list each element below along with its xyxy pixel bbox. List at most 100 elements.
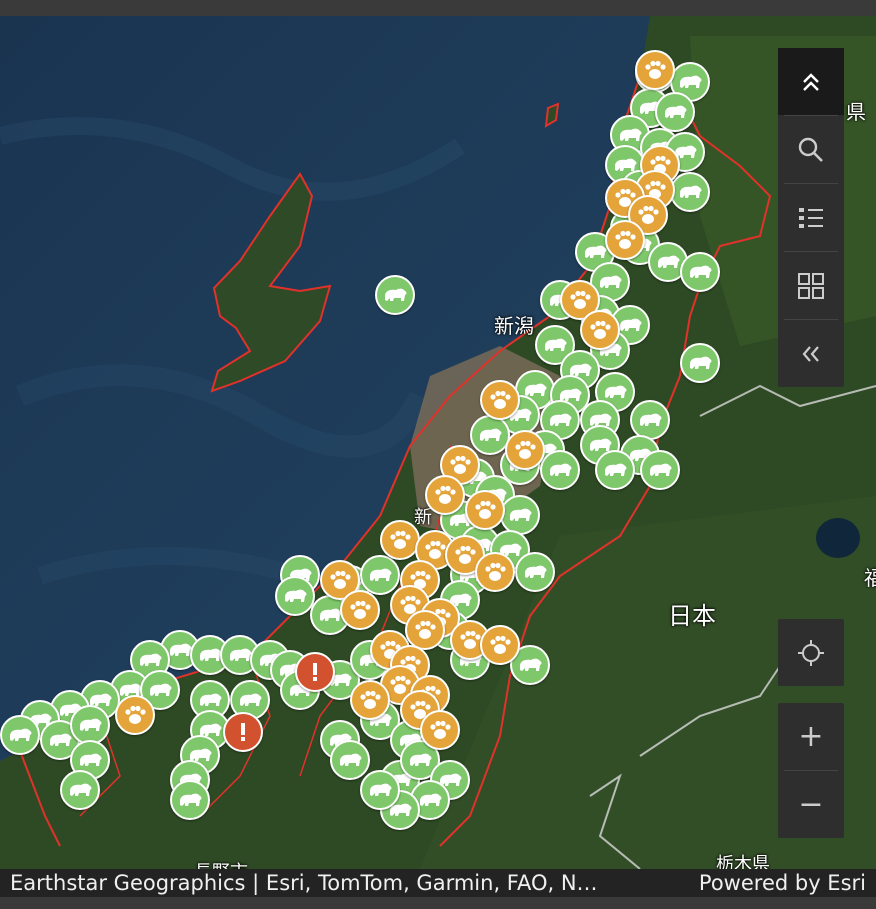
paw-marker[interactable] [115, 695, 155, 735]
bear-icon [680, 185, 702, 198]
bear-icon [550, 463, 572, 476]
paw-marker[interactable] [635, 50, 675, 90]
bear-icon [690, 356, 712, 369]
bear-icon [650, 463, 672, 476]
bear-icon [600, 275, 622, 288]
bear-icon [545, 338, 567, 351]
paw-icon [645, 60, 666, 79]
paw-icon [570, 290, 591, 309]
place-label-ken: 県 [846, 100, 866, 124]
bear-icon [80, 753, 102, 766]
alert-icon [313, 663, 317, 681]
collapse-left-button[interactable] [778, 320, 844, 387]
zoom-in-button[interactable]: + [778, 703, 844, 770]
place-label-nagano: 長野市 [194, 858, 248, 869]
alert-marker[interactable] [223, 712, 263, 752]
bear-marker[interactable] [360, 770, 400, 810]
alert-marker[interactable] [295, 652, 335, 692]
powered-by-esri[interactable]: Powered by Esri [699, 871, 866, 895]
bear-icon [385, 288, 407, 301]
paw-marker[interactable] [380, 520, 420, 560]
paw-icon [360, 690, 381, 709]
paw-icon [415, 620, 436, 639]
bear-marker[interactable] [540, 450, 580, 490]
top-status-bar [0, 0, 876, 16]
paw-marker[interactable] [505, 430, 545, 470]
bear-icon [605, 463, 627, 476]
bear-icon [680, 75, 702, 88]
bear-marker[interactable] [500, 495, 540, 535]
bear-icon [480, 428, 502, 441]
paw-marker[interactable] [580, 310, 620, 350]
bear-marker[interactable] [680, 252, 720, 292]
bear-icon [420, 793, 442, 806]
paw-marker[interactable] [405, 610, 445, 650]
bear-marker[interactable] [470, 415, 510, 455]
bear-marker[interactable] [630, 400, 670, 440]
map-view[interactable]: 新潟 新 日本 県 栃木県 長野市 福 + [0, 16, 876, 869]
basemap-gallery-icon [798, 272, 824, 299]
bear-icon [690, 265, 712, 278]
paw-marker[interactable] [350, 680, 390, 720]
paw-marker[interactable] [425, 475, 465, 515]
bear-marker[interactable] [60, 770, 100, 810]
bear-icon [140, 653, 162, 666]
locate-button[interactable] [778, 619, 844, 686]
paw-marker[interactable] [475, 552, 515, 592]
bear-marker[interactable] [515, 552, 555, 592]
bear-marker[interactable] [375, 275, 415, 315]
bear-icon [510, 508, 532, 521]
zoom-out-button[interactable]: − [778, 771, 844, 838]
search-button[interactable] [778, 116, 844, 183]
bear-marker[interactable] [680, 343, 720, 383]
bear-icon [520, 658, 542, 671]
paw-icon [490, 390, 511, 409]
bear-marker[interactable] [170, 780, 210, 820]
bottom-status-bar [0, 897, 876, 909]
place-label-right-edge: 福 [864, 566, 876, 590]
locate-icon [798, 639, 824, 666]
map-toolbar [778, 48, 844, 387]
bear-icon [230, 648, 252, 661]
map-attribution: Earthstar Geographics | Esri, TomTom, Ga… [0, 869, 876, 897]
zoom-in-icon: + [798, 719, 824, 754]
zoom-out-icon: − [798, 787, 824, 822]
basemap-gallery-button[interactable] [778, 252, 844, 319]
paw-marker[interactable] [420, 710, 460, 750]
bear-marker[interactable] [360, 555, 400, 595]
search-icon [798, 137, 823, 162]
legend-button[interactable] [778, 184, 844, 251]
bear-marker[interactable] [595, 450, 635, 490]
paw-marker[interactable] [480, 625, 520, 665]
bear-icon [665, 105, 687, 118]
bear-marker[interactable] [330, 740, 370, 780]
double-chevron-left-icon [802, 345, 819, 362]
bear-marker[interactable] [70, 705, 110, 745]
bear-icon [550, 413, 572, 426]
bear-marker[interactable] [640, 450, 680, 490]
paw-icon [455, 545, 476, 564]
paw-marker[interactable] [480, 380, 520, 420]
bear-icon [410, 753, 432, 766]
paw-icon [475, 500, 496, 519]
paw-marker[interactable] [465, 490, 505, 530]
bear-icon [170, 643, 192, 656]
bear-icon [80, 718, 102, 731]
bear-icon [658, 255, 680, 268]
place-label-niigata-city: 新潟 [494, 314, 534, 338]
bear-icon [180, 793, 202, 806]
paw-icon [330, 570, 351, 589]
bear-marker[interactable] [670, 172, 710, 212]
attribution-sources[interactable]: Earthstar Geographics | Esri, TomTom, Ga… [10, 871, 598, 895]
paw-icon [460, 630, 481, 649]
bear-marker[interactable] [655, 92, 695, 132]
place-label-tochigi: 栃木県 [716, 854, 770, 869]
bear-icon [605, 385, 627, 398]
paw-icon [490, 635, 511, 654]
paw-marker[interactable] [605, 220, 645, 260]
collapse-up-button[interactable] [778, 48, 844, 115]
bear-marker[interactable] [0, 715, 40, 755]
bear-marker[interactable] [275, 576, 315, 616]
paw-icon [515, 440, 536, 459]
paw-marker[interactable] [340, 590, 380, 630]
